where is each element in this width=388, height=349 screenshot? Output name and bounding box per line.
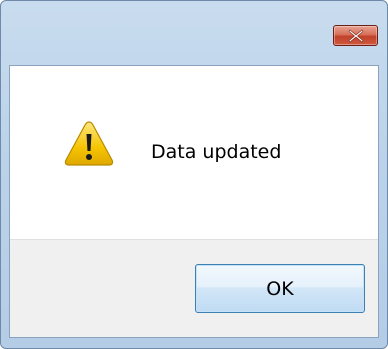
message-dialog: Data updated OK (0, 0, 388, 349)
close-button[interactable] (333, 25, 378, 46)
close-icon (348, 29, 363, 42)
button-area: OK (10, 239, 378, 337)
warning-icon (64, 121, 114, 166)
message-text: Data updated (151, 141, 282, 163)
message-area: Data updated (10, 66, 378, 239)
title-bar[interactable] (1, 1, 387, 65)
dialog-client-area: Data updated OK (9, 65, 379, 338)
ok-button[interactable]: OK (195, 264, 365, 313)
